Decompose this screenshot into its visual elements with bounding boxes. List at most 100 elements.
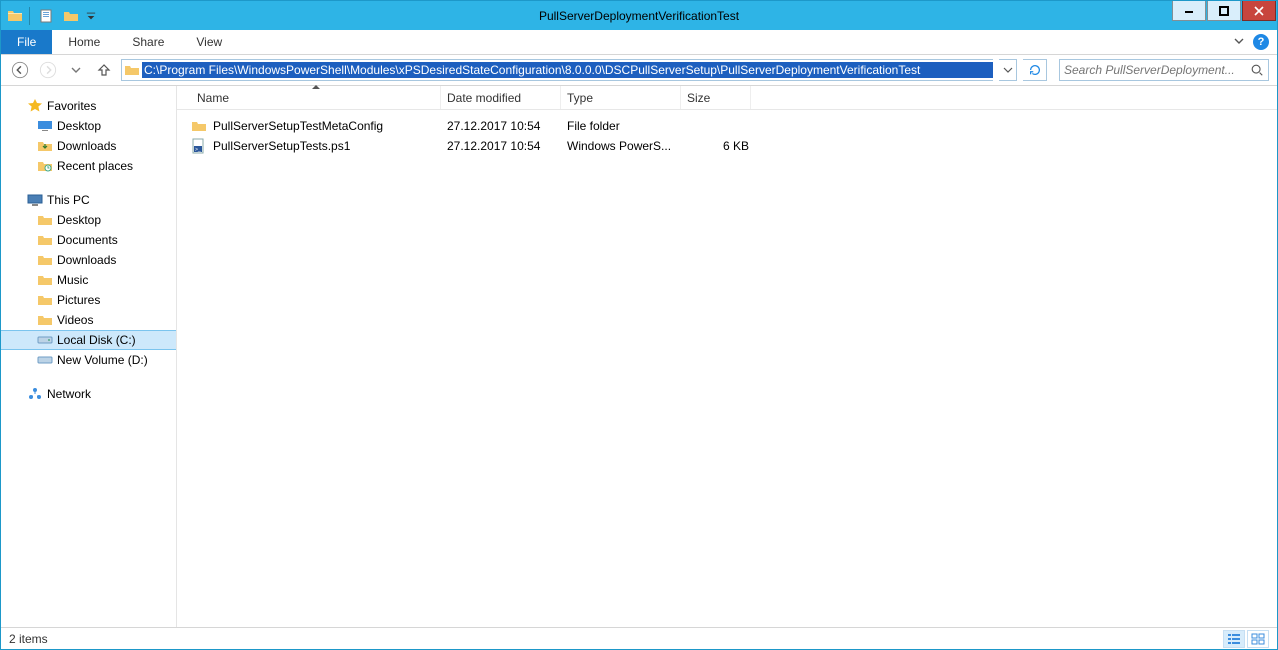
address-bar[interactable]: C:\Program Files\WindowsPowerShell\Modul… xyxy=(121,59,993,81)
search-icon[interactable] xyxy=(1246,63,1268,77)
ribbon-tabs: File Home Share View ? xyxy=(1,30,1277,55)
sidebar-item-new-volume-d[interactable]: New Volume (D:) xyxy=(1,350,176,370)
cell-type: File folder xyxy=(567,119,687,133)
item-count: 2 items xyxy=(9,632,48,646)
details-view-button[interactable] xyxy=(1223,630,1245,648)
thispc-label: This PC xyxy=(47,193,90,207)
address-history-chevron-icon[interactable] xyxy=(999,59,1017,81)
column-size-label: Size xyxy=(687,91,710,105)
sidebar-item-label: Videos xyxy=(57,313,93,327)
address-folder-icon xyxy=(122,62,142,78)
column-name-label: Name xyxy=(197,91,229,105)
sidebar-item-label: Downloads xyxy=(57,139,116,153)
titlebar-left xyxy=(1,1,98,30)
column-type[interactable]: Type xyxy=(561,86,681,109)
sidebar-item-label: Downloads xyxy=(57,253,116,267)
sidebar-item-desktop[interactable]: Desktop xyxy=(1,116,176,136)
sidebar-item-label: Recent places xyxy=(57,159,133,173)
address-path[interactable]: C:\Program Files\WindowsPowerShell\Modul… xyxy=(142,62,993,78)
help-button[interactable]: ? xyxy=(1253,34,1269,50)
network-label: Network xyxy=(47,387,91,401)
column-date-label: Date modified xyxy=(447,91,521,105)
file-list-area[interactable]: Name Date modified Type Size PullServerS… xyxy=(177,86,1277,627)
qat-properties-icon[interactable] xyxy=(36,5,58,27)
minimize-button[interactable] xyxy=(1172,1,1206,21)
tab-home[interactable]: Home xyxy=(52,30,116,54)
maximize-button[interactable] xyxy=(1207,1,1241,21)
sidebar-item-label: Desktop xyxy=(57,119,101,133)
sidebar-item-label: Music xyxy=(57,273,88,287)
disk-icon xyxy=(37,352,53,368)
favorites-group: Favorites Desktop Downloads Recent place… xyxy=(1,96,176,176)
file-tab[interactable]: File xyxy=(1,30,52,54)
up-button[interactable] xyxy=(93,59,115,81)
sidebar-item-thispc[interactable]: This PC xyxy=(1,190,176,210)
tab-share[interactable]: Share xyxy=(116,30,180,54)
sidebar-item-desktop-pc[interactable]: Desktop xyxy=(1,210,176,230)
close-button[interactable] xyxy=(1242,1,1276,21)
file-name: PullServerSetupTestMetaConfig xyxy=(213,119,383,133)
qat-newfolder-icon[interactable] xyxy=(60,5,82,27)
window-controls xyxy=(1172,1,1277,30)
sidebar-item-favorites[interactable]: Favorites xyxy=(1,96,176,116)
qat-customize-chevron-icon[interactable] xyxy=(84,9,98,23)
sidebar-item-documents[interactable]: Documents xyxy=(1,230,176,250)
sidebar-item-recent[interactable]: Recent places xyxy=(1,156,176,176)
column-size[interactable]: Size xyxy=(681,86,751,109)
ps1-file-icon: >_ xyxy=(191,138,207,154)
app-folder-icon xyxy=(7,8,23,24)
table-row[interactable]: PullServerSetupTestMetaConfig 27.12.2017… xyxy=(177,116,1277,136)
navigation-pane[interactable]: Favorites Desktop Downloads Recent place… xyxy=(1,86,177,627)
desktop-icon xyxy=(37,212,53,228)
separator xyxy=(29,7,30,25)
recent-locations-chevron-icon[interactable] xyxy=(65,59,87,81)
column-date[interactable]: Date modified xyxy=(441,86,561,109)
column-name[interactable]: Name xyxy=(191,86,441,109)
cell-name[interactable]: PullServerSetupTestMetaConfig xyxy=(191,118,447,134)
sidebar-item-videos[interactable]: Videos xyxy=(1,310,176,330)
search-input[interactable] xyxy=(1060,63,1246,77)
forward-button[interactable] xyxy=(37,59,59,81)
pictures-icon xyxy=(37,292,53,308)
videos-icon xyxy=(37,312,53,328)
star-icon xyxy=(27,98,43,114)
folder-icon xyxy=(191,118,207,134)
computer-icon xyxy=(27,192,43,208)
disk-icon xyxy=(37,332,53,348)
ribbon-right: ? xyxy=(1233,30,1277,54)
sidebar-item-downloads-pc[interactable]: Downloads xyxy=(1,250,176,270)
sidebar-item-downloads[interactable]: Downloads xyxy=(1,136,176,156)
sidebar-item-label: New Volume (D:) xyxy=(57,353,148,367)
sidebar-item-local-disk-c[interactable]: Local Disk (C:) xyxy=(1,330,176,350)
cell-size: 6 KB xyxy=(687,139,757,153)
thumbnails-view-button[interactable] xyxy=(1247,630,1269,648)
cell-name[interactable]: >_ PullServerSetupTests.ps1 xyxy=(191,138,447,154)
tab-view[interactable]: View xyxy=(180,30,238,54)
back-button[interactable] xyxy=(9,59,31,81)
documents-icon xyxy=(37,232,53,248)
file-rows: PullServerSetupTestMetaConfig 27.12.2017… xyxy=(177,110,1277,156)
titlebar[interactable]: PullServerDeploymentVerificationTest xyxy=(1,1,1277,30)
sidebar-item-pictures[interactable]: Pictures xyxy=(1,290,176,310)
cell-date: 27.12.2017 10:54 xyxy=(447,119,567,133)
svg-text:>_: >_ xyxy=(195,147,201,153)
network-group: Network xyxy=(1,384,176,404)
sidebar-item-network[interactable]: Network xyxy=(1,384,176,404)
thispc-group: This PC Desktop Documents Downloads Musi… xyxy=(1,190,176,370)
file-name: PullServerSetupTests.ps1 xyxy=(213,139,350,153)
ribbon-expand-chevron-icon[interactable] xyxy=(1233,35,1245,50)
status-bar: 2 items xyxy=(1,627,1277,649)
network-icon xyxy=(27,386,43,402)
body: Favorites Desktop Downloads Recent place… xyxy=(1,86,1277,627)
column-headers[interactable]: Name Date modified Type Size xyxy=(177,86,1277,110)
table-row[interactable]: >_ PullServerSetupTests.ps1 27.12.2017 1… xyxy=(177,136,1277,156)
downloads-icon xyxy=(37,252,53,268)
recent-icon xyxy=(37,158,53,174)
refresh-button[interactable] xyxy=(1023,59,1047,81)
search-box[interactable] xyxy=(1059,59,1269,81)
column-type-label: Type xyxy=(567,91,593,105)
sidebar-item-label: Pictures xyxy=(57,293,100,307)
explorer-window: PullServerDeploymentVerificationTest Fil… xyxy=(0,0,1278,650)
navigation-bar: C:\Program Files\WindowsPowerShell\Modul… xyxy=(1,55,1277,86)
sidebar-item-music[interactable]: Music xyxy=(1,270,176,290)
